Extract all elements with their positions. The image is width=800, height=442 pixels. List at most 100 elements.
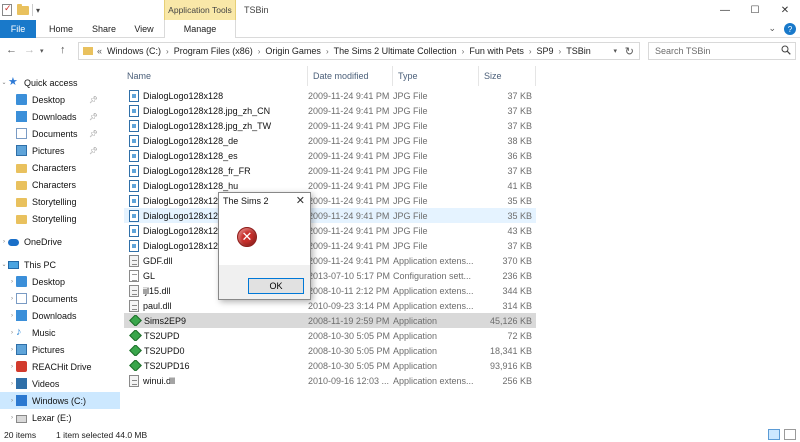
breadcrumb-separator[interactable]: ›: [166, 47, 169, 56]
file-row[interactable]: winui.dll 2010-09-16 12:03 ... Application…: [124, 373, 536, 388]
large-icons-view-icon[interactable]: [784, 429, 796, 440]
dialog-close-button[interactable]: ✕: [296, 194, 305, 207]
file-row[interactable]: Sims2EP9 2008-11-19 2:59 PM Application 45,…: [124, 313, 536, 328]
expand-chevron-icon[interactable]: ›: [8, 330, 16, 336]
customize-toolbar-chevron-icon[interactable]: ▾: [36, 6, 40, 15]
tab-view[interactable]: View: [128, 20, 160, 38]
search-icon[interactable]: [781, 45, 791, 55]
address-bar[interactable]: « Windows (C:) › Program Files (x86) › O…: [78, 42, 640, 60]
sidebar-item-downloads[interactable]: › Downloads: [0, 307, 120, 324]
sidebar-item-quick-access[interactable]: ⌄ ★ Quick access: [0, 74, 120, 91]
minimize-button[interactable]: —: [710, 0, 740, 20]
up-arrow-icon[interactable]: ↑: [60, 44, 66, 56]
recent-locations-chevron-icon[interactable]: ▾: [40, 47, 44, 55]
breadcrumb-separator[interactable]: ›: [326, 47, 329, 56]
file-row[interactable]: ijl15.dll 2008-10-11 2:12 PM Application e…: [124, 283, 536, 298]
expand-chevron-icon[interactable]: ⌄: [0, 261, 8, 268]
expand-chevron-icon[interactable]: ›: [8, 296, 16, 302]
tab-manage[interactable]: Manage: [164, 20, 236, 38]
properties-icon[interactable]: [2, 3, 14, 16]
file-name: DialogLogo128x128.jpg_zh_CN: [143, 105, 271, 116]
sidebar-item-documents[interactable]: › Documents: [0, 290, 120, 307]
file-row[interactable]: DialogLogo128x128_es 2009-11-24 9:41 PM JP…: [124, 148, 536, 163]
expand-chevron-icon[interactable]: ›: [8, 364, 16, 370]
sidebar-item-pictures[interactable]: Pictures 📌︎: [0, 142, 120, 159]
breadcrumb-separator[interactable]: ›: [529, 47, 532, 56]
column-header-type[interactable]: Type: [393, 66, 479, 86]
sidebar-item-videos[interactable]: › Videos: [0, 375, 120, 392]
breadcrumb-item[interactable]: Fun with Pets: [469, 46, 524, 56]
file-row[interactable]: DialogLogo128x128.jpg_zh_TW 2009-11-24 9:…: [124, 118, 536, 133]
sidebar-item-storytelling[interactable]: Storytelling: [0, 210, 120, 227]
file-row[interactable]: DialogLogo128x128_ 2009-11-24 9:41 PM JPG …: [124, 208, 536, 223]
details-view-icon[interactable]: [768, 429, 780, 440]
jpg-file-icon: [129, 239, 139, 252]
file-row[interactable]: TS2UPD0 2008-10-30 5:05 PM Application 18,3…: [124, 343, 536, 358]
ok-button[interactable]: OK: [248, 278, 304, 294]
file-row[interactable]: TS2UPD 2008-10-30 5:05 PM Application 72 KB: [124, 328, 536, 343]
expand-chevron-icon[interactable]: ›: [8, 398, 16, 404]
file-row[interactable]: DialogLogo128x128_hu 2009-11-24 9:41 PM JP…: [124, 178, 536, 193]
breadcrumb-overflow[interactable]: «: [97, 46, 102, 56]
sidebar-item-pictures[interactable]: › Pictures: [0, 341, 120, 358]
maximize-button[interactable]: ☐: [740, 0, 770, 20]
sidebar-item-onedrive[interactable]: › OneDrive: [0, 233, 120, 250]
breadcrumb-separator[interactable]: ›: [462, 47, 465, 56]
sidebar-item-characters[interactable]: Characters: [0, 176, 120, 193]
expand-ribbon-chevron-icon[interactable]: ⌄: [768, 23, 776, 35]
sidebar-item-characters[interactable]: Characters: [0, 159, 120, 176]
breadcrumb-separator[interactable]: ›: [258, 47, 261, 56]
tab-share[interactable]: Share: [84, 20, 124, 38]
close-button[interactable]: ✕: [770, 0, 800, 20]
tab-file[interactable]: File: [0, 20, 36, 38]
column-header-name[interactable]: Name: [122, 66, 308, 86]
search-input[interactable]: [655, 46, 775, 56]
file-size: 93,916 KB: [489, 360, 532, 371]
back-arrow-icon[interactable]: ←: [6, 44, 17, 56]
sidebar-item-storytelling[interactable]: Storytelling: [0, 193, 120, 210]
file-date: 2009-11-24 9:41 PM: [308, 135, 390, 146]
sidebar-item-downloads[interactable]: Downloads 📌︎: [0, 108, 120, 125]
breadcrumb-item[interactable]: Program Files (x86): [174, 46, 253, 56]
expand-chevron-icon[interactable]: ›: [8, 313, 16, 319]
breadcrumb-item[interactable]: Windows (C:): [107, 46, 161, 56]
sidebar-item-desktop[interactable]: › Desktop: [0, 273, 120, 290]
sidebar-item-this-pc[interactable]: ⌄ This PC: [0, 256, 120, 273]
sidebar-item-music[interactable]: › ♪ Music: [0, 324, 120, 341]
column-header-date-modified[interactable]: Date modified: [308, 66, 393, 86]
sidebar-item-windows-c[interactable]: › Windows (C:): [0, 392, 120, 409]
breadcrumb-separator[interactable]: ›: [559, 47, 562, 56]
new-folder-icon[interactable]: [17, 4, 29, 16]
breadcrumb-item[interactable]: TSBin: [566, 46, 591, 56]
breadcrumb-item[interactable]: The Sims 2 Ultimate Collection: [334, 46, 457, 56]
expand-chevron-icon[interactable]: ›: [8, 279, 16, 285]
help-icon[interactable]: ?: [784, 23, 796, 35]
expand-chevron-icon[interactable]: ›: [8, 381, 16, 387]
expand-chevron-icon[interactable]: ⌄: [0, 79, 8, 86]
file-row[interactable]: DialogLogo128x128_fr_FR 2009-11-24 9:41 P…: [124, 163, 536, 178]
breadcrumb-item[interactable]: Origin Games: [265, 46, 321, 56]
tab-home[interactable]: Home: [44, 20, 78, 38]
file-row[interactable]: DialogLogo128x128 2009-11-24 9:41 PM JPG F…: [124, 88, 536, 103]
file-row[interactable]: paul.dll 2010-09-23 3:14 PM Application ex…: [124, 298, 536, 313]
sidebar-item-lexar-e[interactable]: › Lexar (E:): [0, 409, 120, 426]
breadcrumb-item[interactable]: SP9: [537, 46, 554, 56]
file-row[interactable]: DialogLogo128x128.jpg_zh_CN 2009-11-24 9:…: [124, 103, 536, 118]
expand-chevron-icon[interactable]: ›: [0, 239, 8, 245]
sidebar-item-documents[interactable]: Documents 📌︎: [0, 125, 120, 142]
file-row[interactable]: DialogLogo128x128_de 2009-11-24 9:41 PM JP…: [124, 133, 536, 148]
file-row[interactable]: GDF.dll 2009-11-24 9:41 PM Application ext…: [124, 253, 536, 268]
file-row[interactable]: DialogLogo128x128_ 2009-11-24 9:41 PM JPG …: [124, 238, 536, 253]
file-row[interactable]: DialogLogo128x128_ 2009-11-24 9:41 PM JPG …: [124, 193, 536, 208]
column-header-size[interactable]: Size: [479, 66, 536, 86]
sidebar-item-desktop[interactable]: Desktop 📌︎: [0, 91, 120, 108]
file-row[interactable]: TS2UPD16 2008-10-30 5:05 PM Application 93,…: [124, 358, 536, 373]
file-row[interactable]: DialogLogo128x128_ 2009-11-24 9:41 PM JPG …: [124, 223, 536, 238]
refresh-icon[interactable]: ↻: [625, 45, 634, 58]
expand-chevron-icon[interactable]: ›: [8, 415, 16, 421]
sidebar-item-reachit-drive[interactable]: › REACHit Drive: [0, 358, 120, 375]
forward-arrow-icon[interactable]: →: [24, 44, 35, 56]
file-row[interactable]: GL 2013-07-10 5:17 PM Configuration sett..…: [124, 268, 536, 283]
expand-chevron-icon[interactable]: ›: [8, 347, 16, 353]
address-dropdown-chevron-icon[interactable]: ▾: [613, 47, 617, 55]
